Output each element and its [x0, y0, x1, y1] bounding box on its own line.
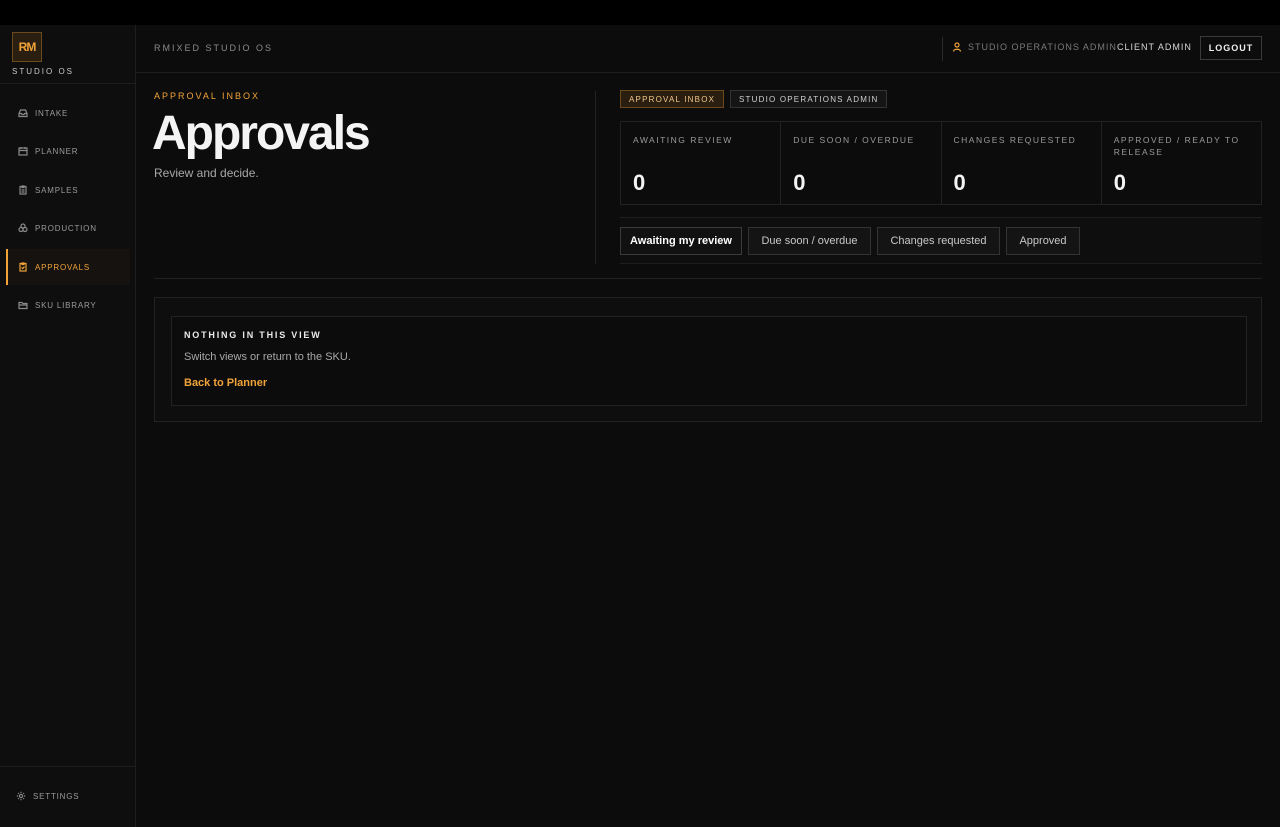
sidebar-item-label: APPROVALS [35, 262, 91, 272]
tab-approved[interactable]: Approved [1006, 227, 1080, 255]
approvals-list-panel: NOTHING IN THIS VIEW Switch views or ret… [154, 297, 1262, 422]
stat-value: 0 [953, 170, 966, 195]
top-header: RMIXED STUDIO OS STUDIO OPERATIONS ADMIN… [136, 25, 1280, 73]
sidebar-bottom-divider [0, 766, 135, 767]
sidebar-item-label: SKU LIBRARY [35, 300, 97, 310]
sidebar-item-samples[interactable]: SAMPLES [6, 172, 130, 208]
user-name: CLIENT ADMIN [1117, 42, 1192, 52]
inbox-icon [18, 109, 28, 118]
empty-state-title: NOTHING IN THIS VIEW [184, 330, 322, 340]
layers-icon [18, 223, 28, 233]
sidebar-item-label: PLANNER [35, 146, 79, 156]
brand: RM STUDIO OS [12, 32, 74, 76]
folder-icon [18, 301, 28, 310]
approval-inbox-chip: APPROVAL INBOX [620, 90, 725, 108]
sidebar-item-sku-library[interactable]: SKU LIBRARY [6, 287, 130, 323]
sidebar-item-intake[interactable]: INTAKE [6, 95, 130, 131]
user-role-label: STUDIO OPERATIONS ADMIN [968, 42, 1117, 52]
sidebar-item-label: PRODUCTION [35, 223, 97, 233]
sidebar: RM STUDIO OS INTAKE PLANNER SAMPLES PROD… [0, 25, 136, 827]
header-divider [942, 37, 943, 61]
sidebar-item-planner[interactable]: PLANNER [6, 133, 130, 169]
sidebar-item-label: SAMPLES [35, 185, 79, 195]
filter-tabs: Awaiting my review Due soon / overdue Ch… [620, 217, 1262, 264]
brand-subtitle: STUDIO OS [12, 67, 75, 76]
tab-awaiting-my-review[interactable]: Awaiting my review [620, 227, 742, 255]
empty-state: NOTHING IN THIS VIEW Switch views or ret… [171, 316, 1247, 406]
sidebar-divider [0, 83, 135, 84]
stat-value: 0 [1113, 170, 1126, 195]
sidebar-item-settings[interactable]: SETTINGS [16, 791, 79, 801]
content-divider [154, 278, 1262, 279]
stat-value: 0 [793, 170, 806, 195]
stat-awaiting-review: AWAITING REVIEW 0 [621, 122, 782, 204]
user-role: STUDIO OPERATIONS ADMIN [952, 42, 1117, 52]
stat-label: AWAITING REVIEW [633, 135, 733, 145]
calendar-icon [18, 147, 28, 156]
role-chip: STUDIO OPERATIONS ADMIN [730, 90, 888, 108]
stat-due-soon: DUE SOON / OVERDUE 0 [781, 122, 942, 204]
tab-due-soon-overdue[interactable]: Due soon / overdue [748, 227, 871, 255]
page-description: Review and decide. [154, 166, 259, 180]
empty-state-description: Switch views or return to the SKU. [184, 351, 351, 363]
window-top-bar [0, 0, 1280, 25]
stats-panel: AWAITING REVIEW 0 DUE SOON / OVERDUE 0 C… [620, 121, 1262, 205]
gear-icon [16, 791, 26, 801]
stat-approved: APPROVED / READY TO RELEASE 0 [1102, 122, 1261, 204]
user-icon [952, 42, 962, 52]
clipboard-icon [19, 185, 27, 195]
page-eyebrow: APPROVAL INBOX [154, 91, 261, 101]
sidebar-item-production[interactable]: PRODUCTION [6, 210, 130, 246]
sidebar-item-approvals[interactable]: APPROVALS [6, 249, 130, 285]
vertical-divider [595, 91, 596, 264]
stat-label: DUE SOON / OVERDUE [793, 135, 915, 145]
page-title: Approvals [152, 107, 371, 160]
back-to-planner-link[interactable]: Back to Planner [184, 377, 267, 389]
app-title: RMIXED STUDIO OS [154, 43, 274, 53]
stat-label: CHANGES REQUESTED [953, 135, 1077, 145]
settings-label: SETTINGS [33, 791, 80, 801]
logo[interactable]: RM [12, 32, 42, 62]
sidebar-item-label: INTAKE [35, 108, 69, 118]
stat-label: APPROVED / READY TO RELEASE [1113, 135, 1240, 157]
tab-changes-requested[interactable]: Changes requested [877, 227, 1000, 255]
stat-value: 0 [633, 170, 646, 195]
logout-button[interactable]: LOGOUT [1200, 36, 1262, 60]
clipboard-check-icon [19, 262, 27, 272]
stat-changes-requested: CHANGES REQUESTED 0 [942, 122, 1102, 204]
